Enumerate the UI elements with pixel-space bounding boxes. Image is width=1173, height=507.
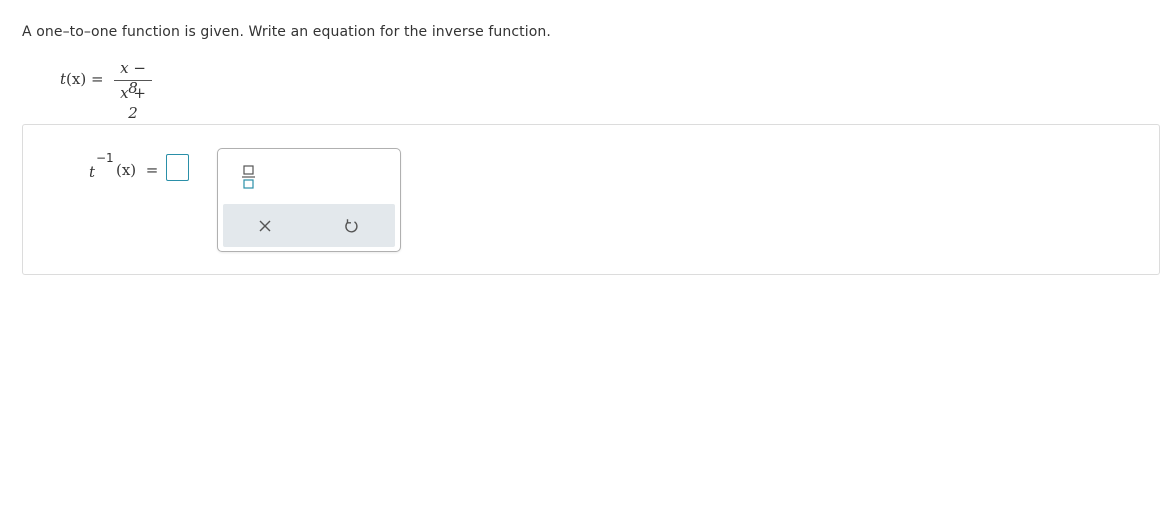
inverse-superscript: −1 [96, 151, 114, 165]
inverse-argument-equals: (x) = [116, 161, 158, 179]
equals-sign: = [90, 70, 104, 88]
answer-area: t −1 (x) = [22, 124, 1160, 275]
given-fraction: x − 8 x + 2 [114, 58, 152, 122]
fraction-numerator: x − 8 [120, 59, 146, 97]
fraction-template-icon[interactable] [238, 161, 260, 189]
palette-action-row [223, 204, 395, 247]
question-prompt: A one–to–one function is given. Write an… [22, 24, 551, 40]
inverse-argument: (x) [116, 161, 137, 179]
undo-icon[interactable] [338, 213, 364, 239]
math-palette [217, 148, 401, 252]
answer-input[interactable] [166, 154, 189, 181]
inverse-function-name: t [89, 163, 96, 181]
function-argument: (x) [66, 70, 87, 88]
close-x-icon[interactable] [252, 213, 278, 239]
fraction-denominator: x + 2 [120, 84, 146, 122]
inverse-equals-sign: = [145, 161, 159, 179]
given-function-lhs: t(x) = [60, 70, 104, 88]
